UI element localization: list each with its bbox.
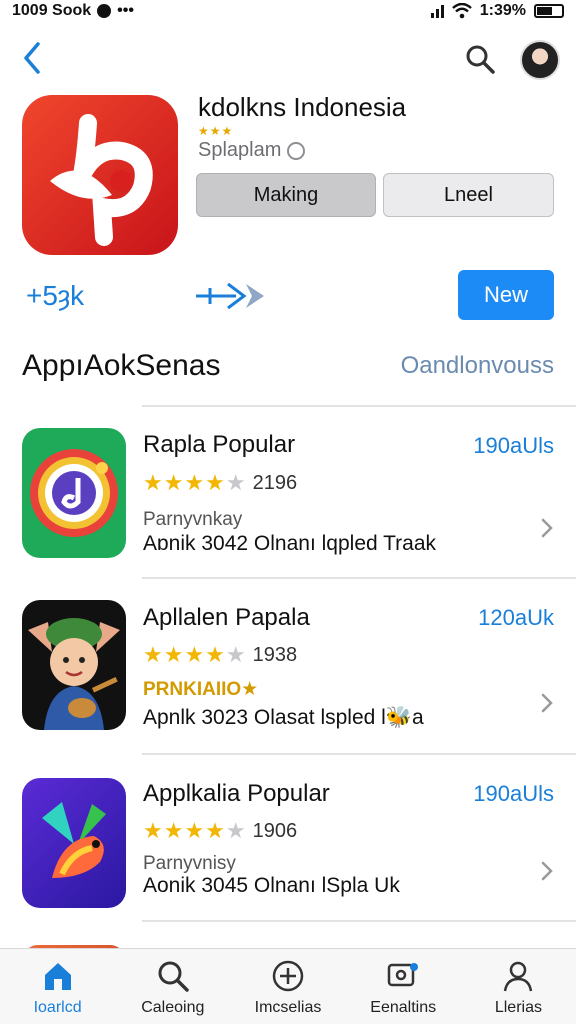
row-title[interactable]: Apllalen Papala <box>143 604 310 632</box>
new-button[interactable]: New <box>458 270 554 320</box>
wifi-icon <box>451 3 472 19</box>
bird-app-icon <box>42 802 106 878</box>
chevron-right-icon[interactable] <box>540 860 554 882</box>
person-icon <box>504 961 533 992</box>
stars-filled: ★★★★ <box>143 642 226 667</box>
row-detail: Aɒnik 3042 Olnanı lqpled Traak <box>143 532 437 555</box>
rating-stars: ★★★★★ <box>143 818 247 844</box>
tab-label: Caleoing <box>141 999 205 1016</box>
section-title: AppıAokSenas <box>22 349 221 382</box>
share-arrow-icon[interactable] <box>192 278 268 312</box>
developer-name: Splaplam <box>198 139 282 161</box>
tab-bar: Ioarlcd Caleoing Imcselias Eenaltins Lle… <box>0 948 576 1024</box>
row-price[interactable]: 190aUls <box>473 433 554 459</box>
chevron-right-icon[interactable] <box>540 517 554 539</box>
row-rating: ★★★★★ 2196 <box>143 470 297 496</box>
rating-stars: ★★★★★ <box>143 642 247 668</box>
row-developer: Parnyvnisy <box>143 853 236 874</box>
rating-count: 1906 <box>252 819 298 842</box>
rating-count: 1938 <box>252 643 298 666</box>
tab-home[interactable]: Ioarlcd <box>0 949 115 1024</box>
battery-icon <box>534 4 564 18</box>
meta-left: +5ȝk <box>26 280 85 311</box>
search-icon[interactable] <box>463 42 497 76</box>
stars-filled: ★★★★ <box>143 470 226 495</box>
making-button[interactable]: Making <box>196 173 376 217</box>
star-empty: ★ <box>225 818 247 843</box>
tab-label: Llerias <box>494 999 542 1016</box>
tab-label: Eenaltins <box>370 999 437 1016</box>
row-app-icon[interactable] <box>22 778 126 908</box>
rating-stars: ★★★★★ <box>143 470 247 496</box>
app-subtitle: Splaplam <box>198 139 306 162</box>
plus-icon <box>272 960 304 992</box>
tab-plus[interactable]: Imcselias <box>230 949 345 1024</box>
tab-search[interactable]: Caleoing <box>115 949 230 1024</box>
row-rating: ★★★★★ 1938 <box>143 642 297 668</box>
status-time: 1009 Sook <box>12 2 92 19</box>
info-icon[interactable] <box>287 141 306 160</box>
app-title: kdolkns Indonesia <box>198 92 407 122</box>
status-right: 1:39% <box>430 2 564 20</box>
row-title[interactable]: Rapla Popular <box>143 431 295 459</box>
notification-dot-icon <box>97 4 112 18</box>
home-icon <box>44 963 71 990</box>
chevron-right-icon[interactable] <box>540 692 554 714</box>
updates-icon <box>387 963 419 987</box>
music-app-icon <box>30 449 118 537</box>
row-detail: Aonik 3045 Olnanı lSpla Uk <box>143 874 400 897</box>
stars-filled: ★★★★ <box>143 818 226 843</box>
star-empty: ★ <box>225 470 247 495</box>
row-app-icon[interactable] <box>22 600 126 730</box>
tab-label: Imcselias <box>254 999 322 1016</box>
row-price[interactable]: 120aUk <box>478 605 554 631</box>
row-developer: PRNKIAIIO★ <box>143 679 259 700</box>
tab-updates[interactable]: Eenaltins <box>346 949 461 1024</box>
app-logo-icon <box>50 114 153 246</box>
app-rating-stars: ★★★ <box>198 124 234 138</box>
rating-count: 2196 <box>252 471 298 494</box>
lneel-button[interactable]: Lneel <box>383 173 554 217</box>
tab-profile[interactable]: Llerias <box>461 949 576 1024</box>
back-chevron-icon[interactable] <box>18 40 48 76</box>
divider <box>142 753 576 755</box>
status-left: 1009 Sook ••• <box>12 2 134 20</box>
signal-icon <box>430 4 444 18</box>
app-icon <box>22 95 178 255</box>
divider <box>142 405 576 407</box>
divider <box>142 577 576 579</box>
character-app-icon <box>28 618 120 730</box>
star-empty: ★ <box>225 642 247 667</box>
row-detail: Apnlk 3023 Olasat lspled l🐝a <box>143 706 424 729</box>
tab-label: Ioarlcd <box>33 999 82 1016</box>
row-app-icon[interactable] <box>22 428 126 558</box>
row-price[interactable]: 190aUls <box>473 781 554 807</box>
row-developer: Parnyvnkay <box>143 509 243 530</box>
search-icon <box>158 961 189 992</box>
status-bar: 1009 Sook ••• 1:39% <box>0 0 576 22</box>
row-title[interactable]: Applkalia Popular <box>143 780 330 808</box>
row-rating: ★★★★★ 1906 <box>143 818 297 844</box>
battery-percent: 1:39% <box>479 2 526 19</box>
avatar[interactable] <box>520 40 560 80</box>
divider <box>142 920 576 922</box>
section-see-all-link[interactable]: Oandlonvouss <box>401 352 554 380</box>
more-dots-icon: ••• <box>117 2 134 19</box>
